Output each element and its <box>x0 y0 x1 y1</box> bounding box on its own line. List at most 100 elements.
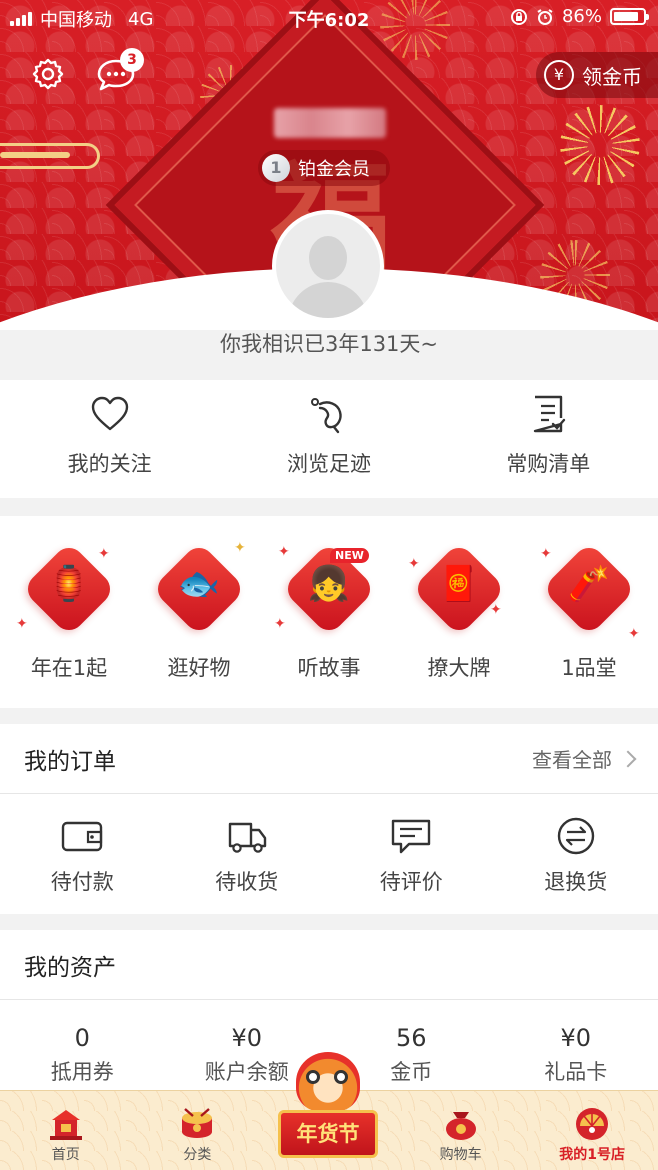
member-level-badge[interactable]: 1 铂金会员 <box>258 150 390 186</box>
order-status-label: 待付款 <box>50 870 114 894</box>
asset-label: 金币 <box>390 1060 433 1084</box>
drum-icon <box>182 1108 213 1138</box>
asset-coupons[interactable]: 0 抵用券 <box>0 1024 165 1086</box>
yen-coin-icon: ¥ <box>544 60 574 90</box>
settings-button[interactable] <box>30 56 66 92</box>
avatar[interactable] <box>272 210 384 322</box>
view-all-orders-link[interactable]: 查看全部 <box>532 744 637 773</box>
tab-label: 首页 <box>51 1147 80 1163</box>
sparkle-decoration: ✦ <box>234 540 246 556</box>
wallet-icon <box>62 821 103 852</box>
asset-value: ¥0 <box>560 1024 592 1052</box>
activity-label: 年在1起 <box>30 656 108 680</box>
quick-link-label: 常购清单 <box>506 452 591 476</box>
tab-my-account[interactable]: 我的1号店 <box>526 1091 658 1170</box>
acquaintance-text: 你我相识已3年131天~ <box>219 332 439 356</box>
activity-browse-goods[interactable]: ✦ 🐟 逛好物 <box>134 516 264 708</box>
tab-label: 我的1号店 <box>559 1147 626 1163</box>
order-returns[interactable]: 退换货 <box>494 794 658 914</box>
battery-icon <box>610 8 649 25</box>
sparkle-decoration: ✦ <box>16 616 28 632</box>
sparkle-decoration: ✦ <box>408 556 420 572</box>
activity-yipintang[interactable]: ✦ ✦ 🧨 1品堂 <box>524 516 654 708</box>
tab-label: 分类 <box>183 1147 212 1163</box>
activity-entries: ✦ ✦ 🏮 年在1起 ✦ 🐟 逛好物 ✦ ✦ 👧 NEW 听故事 ✦ ✦ 🧧 撩… <box>0 516 658 708</box>
sparkle-decoration: ✦ <box>274 616 286 632</box>
rotation-lock-icon <box>510 8 527 25</box>
new-badge: NEW <box>330 548 369 563</box>
new-year-festival-button[interactable]: 年货节 <box>272 1052 384 1170</box>
heart-icon <box>91 396 128 431</box>
chevron-right-icon <box>619 750 637 767</box>
activity-label: 1品堂 <box>561 656 617 680</box>
checklist-icon <box>534 395 566 433</box>
quick-link-following[interactable]: 我的关注 <box>0 380 219 498</box>
festival-label: 年货节 <box>278 1110 378 1158</box>
tab-category[interactable]: 分类 <box>132 1091 264 1170</box>
quick-link-label: 我的关注 <box>67 452 152 476</box>
tab-label: 购物车 <box>439 1147 482 1163</box>
girl-face-icon: 👧 <box>307 564 351 604</box>
activity-label: 撩大牌 <box>427 656 491 680</box>
truck-icon <box>228 822 266 853</box>
exchange-icon <box>557 817 594 855</box>
koi-fish-icon: 🐟 <box>177 564 221 604</box>
tab-cart[interactable]: 购物车 <box>395 1091 527 1170</box>
alarm-icon <box>537 8 553 25</box>
section-title: 我的订单 <box>24 748 116 775</box>
sparkle-decoration: ✦ <box>278 544 290 560</box>
gear-icon <box>32 58 64 90</box>
firework-decoration <box>560 105 640 185</box>
status-bar: 中国移动 4G 下午6:02 86% <box>0 0 658 34</box>
battery-percent: 86% <box>561 6 602 27</box>
order-status-label: 待评价 <box>379 870 443 894</box>
member-level-label: 铂金会员 <box>298 159 370 180</box>
quick-links: 我的关注 浏览足迹 常购清单 <box>0 380 658 498</box>
asset-label: 礼品卡 <box>544 1060 608 1084</box>
asset-value: 56 <box>395 1024 427 1052</box>
asset-label: 抵用券 <box>50 1060 114 1084</box>
quick-link-history[interactable]: 浏览足迹 <box>219 380 438 498</box>
chinese-knot-icon: 🧧 <box>437 564 481 604</box>
message-count-badge: 3 <box>120 48 144 72</box>
firecracker-icon: 🧨 <box>567 564 611 604</box>
lion-dance-icon <box>296 1052 360 1112</box>
orders-header: 我的订单 查看全部 <box>0 724 658 794</box>
activity-label: 逛好物 <box>167 656 231 680</box>
sparkle-decoration: ✦ <box>540 546 552 562</box>
claim-coins-label: 领金币 <box>582 64 642 89</box>
lantern-icon: 🏮 <box>47 564 91 604</box>
money-bag-cart-icon <box>445 1112 476 1140</box>
asset-gift-card[interactable]: ¥0 礼品卡 <box>494 1024 658 1086</box>
home-house-icon <box>49 1110 82 1140</box>
tab-home[interactable]: 首页 <box>0 1091 132 1170</box>
order-pending-receipt[interactable]: 待收货 <box>165 794 330 914</box>
section-title: 我的资产 <box>24 954 116 981</box>
my-orders-section: 我的订单 查看全部 待付款 待收货 待评价 退换货 <box>0 724 658 914</box>
order-status-label: 退换货 <box>544 870 608 894</box>
member-level-number: 1 <box>262 154 290 182</box>
profile-fan-icon <box>576 1108 609 1140</box>
sparkle-decoration: ✦ <box>628 626 640 642</box>
view-all-label: 查看全部 <box>532 748 612 772</box>
activity-label: 听故事 <box>297 656 361 680</box>
sparkle-decoration: ✦ <box>98 546 110 562</box>
quick-link-frequent-list[interactable]: 常购清单 <box>439 380 658 498</box>
activity-new-year[interactable]: ✦ ✦ 🏮 年在1起 <box>4 516 134 708</box>
order-pending-review[interactable]: 待评价 <box>329 794 494 914</box>
order-status-label: 待收货 <box>215 870 279 894</box>
sparkle-decoration: ✦ <box>490 602 502 618</box>
footprint-icon <box>310 398 342 434</box>
activity-big-brands[interactable]: ✦ ✦ 🧧 撩大牌 <box>394 516 524 708</box>
assets-header: 我的资产 <box>0 930 658 1000</box>
claim-coins-button[interactable]: ¥ 领金币 <box>536 52 658 98</box>
comment-icon <box>392 819 431 854</box>
cloud-decoration <box>0 152 70 158</box>
order-pending-payment[interactable]: 待付款 <box>0 794 165 914</box>
activity-stories[interactable]: ✦ ✦ 👧 NEW 听故事 <box>264 516 394 708</box>
quick-link-label: 浏览足迹 <box>286 452 371 476</box>
username-redacted <box>274 108 386 138</box>
order-status-row: 待付款 待收货 待评价 退换货 <box>0 794 658 914</box>
asset-value: ¥0 <box>231 1024 263 1052</box>
asset-value: 0 <box>74 1024 90 1052</box>
